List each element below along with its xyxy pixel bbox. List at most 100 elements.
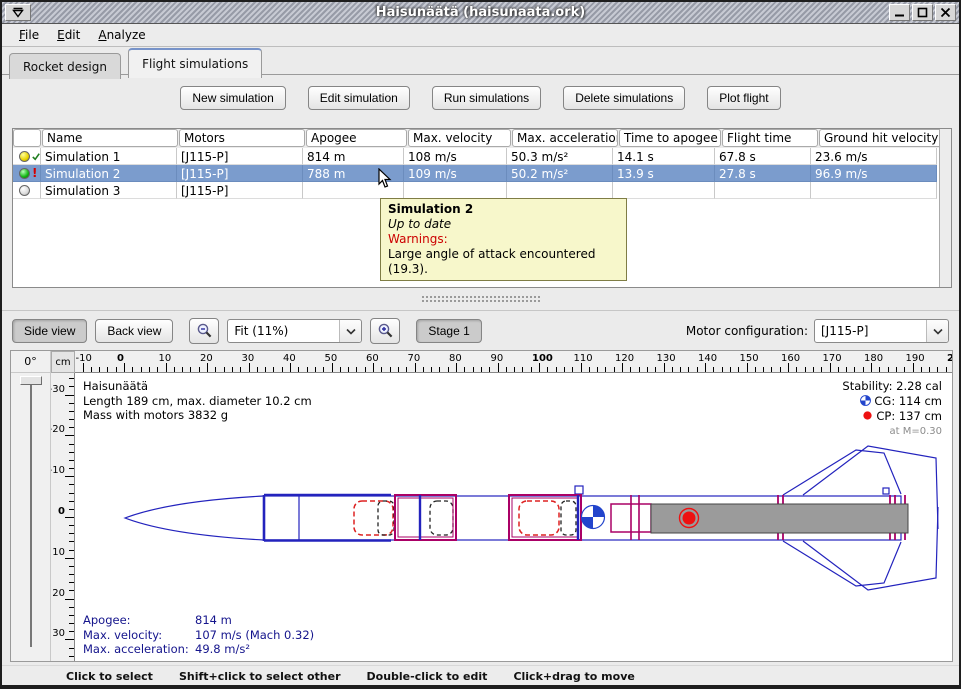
rocket-figure-panel: 0° cm -100102030405060708090100110120130… <box>10 350 953 662</box>
cp-value: CP: 137 cm <box>876 409 942 423</box>
tabbar: Rocket design Flight simulations <box>2 47 959 75</box>
stability-value: Stability: 2.28 cal <box>842 379 942 394</box>
table-row[interactable]: Simulation 1[J115-P]814 m108 m/s50.3 m/s… <box>13 148 951 165</box>
rocket-name: Haisunäätä <box>83 379 312 394</box>
zoom-level-value: Fit (11%) <box>228 324 339 338</box>
table-cell-motors[interactable]: [J115-P] <box>177 165 303 182</box>
table-cell-max_acceleration[interactable] <box>507 182 613 199</box>
tab-rocket-design[interactable]: Rocket design <box>9 53 121 79</box>
table-cell-ground_hit_velocity[interactable]: 96.9 m/s <box>811 165 937 182</box>
back-view-button[interactable]: Back view <box>95 319 173 343</box>
table-cell-max_velocity[interactable]: 108 m/s <box>404 148 507 165</box>
table-cell-name[interactable]: Simulation 2 <box>41 165 177 182</box>
column-header-max-velocity[interactable]: Max. velocity <box>408 129 511 147</box>
status-bar: Click to select Shift+click to select ot… <box>2 665 959 687</box>
app-window: Haisunäätä (haisunaata.ork) File Edit An… <box>0 0 961 689</box>
edit-simulation-button[interactable]: Edit simulation <box>308 86 410 110</box>
splitter-handle[interactable] <box>422 296 540 302</box>
table-cell-motors[interactable]: [J115-P] <box>177 148 303 165</box>
tooltip-warning-text: Large angle of attack encountered (19.3)… <box>388 247 619 277</box>
rotation-slider-track <box>30 381 32 647</box>
column-header-max-acceleration[interactable]: Max. acceleration <box>512 129 618 147</box>
hint-shift-click: Shift+click to select other <box>179 670 341 683</box>
table-cell-status[interactable]: ! <box>13 165 41 182</box>
table-cell-ground_hit_velocity[interactable] <box>811 182 937 199</box>
hint-double-click: Double-click to edit <box>367 670 488 683</box>
column-header-motors[interactable]: Motors <box>179 129 305 147</box>
maximize-icon <box>917 7 928 18</box>
max-acceleration-label: Max. acceleration: <box>83 642 195 657</box>
table-row[interactable]: !Simulation 2[J115-P]788 m109 m/s50.2 m/… <box>13 165 951 182</box>
table-cell-flight_time[interactable] <box>715 182 811 199</box>
column-header-ground-hit-velocity[interactable]: Ground hit velocity <box>819 129 945 147</box>
zoom-level-combobox[interactable]: Fit (11%) <box>227 319 362 343</box>
warning-icon: ! <box>32 168 37 179</box>
column-header-flight-time[interactable]: Flight time <box>722 129 818 147</box>
rocket-dimensions: Length 189 cm, max. diameter 10.2 cm <box>83 394 312 409</box>
column-header-name[interactable]: Name <box>42 129 178 147</box>
table-cell-ground_hit_velocity[interactable]: 23.6 m/s <box>811 148 937 165</box>
status-ball-icon <box>19 185 30 196</box>
table-cell-time_to_apogee[interactable]: 14.1 s <box>613 148 715 165</box>
menu-analyze[interactable]: Analyze <box>89 26 154 44</box>
column-header-apogee[interactable]: Apogee <box>306 129 407 147</box>
horizontal-ruler: -100102030405060708090100110120130140150… <box>75 351 952 373</box>
close-button[interactable] <box>935 4 956 21</box>
column-header-status[interactable] <box>13 129 41 147</box>
status-ball-icon <box>19 151 30 162</box>
max-velocity-label: Max. velocity: <box>83 628 195 643</box>
table-scrollbar[interactable] <box>939 129 951 287</box>
table-cell-max_velocity[interactable] <box>404 182 507 199</box>
stability-info: Stability: 2.28 cal CG: 114 cm CP: 137 c… <box>842 379 942 439</box>
table-cell-flight_time[interactable]: 27.8 s <box>715 165 811 182</box>
window-title: Haisunäätä (haisunaata.ork) <box>2 5 959 20</box>
cg-marker <box>582 506 605 529</box>
zoom-in-button[interactable] <box>370 318 400 344</box>
vertical-ruler: -30-20-100102030 <box>51 373 75 661</box>
new-simulation-button[interactable]: New simulation <box>180 86 285 110</box>
table-cell-name[interactable]: Simulation 3 <box>41 182 177 199</box>
maximize-button[interactable] <box>912 4 933 21</box>
rocket-info: Haisunäätä Length 189 cm, max. diameter … <box>83 379 312 423</box>
table-cell-time_to_apogee[interactable] <box>613 182 715 199</box>
stability-mach: at M=0.30 <box>842 425 942 440</box>
plot-flight-button[interactable]: Plot flight <box>707 86 780 110</box>
apogee-value: 814 m <box>195 613 232 627</box>
menu-edit[interactable]: Edit <box>48 26 89 44</box>
run-simulations-button[interactable]: Run simulations <box>432 86 541 110</box>
table-cell-time_to_apogee[interactable]: 13.9 s <box>613 165 715 182</box>
menubar: File Edit Analyze <box>2 24 959 47</box>
rotation-slider-handle[interactable] <box>20 376 42 385</box>
zoom-out-icon <box>196 323 213 340</box>
table-body: Simulation 1[J115-P]814 m108 m/s50.3 m/s… <box>13 148 951 199</box>
table-cell-flight_time[interactable]: 67.8 s <box>715 148 811 165</box>
table-cell-status[interactable] <box>13 182 41 199</box>
menu-file[interactable]: File <box>10 26 48 44</box>
rotation-slider-column <box>11 373 51 661</box>
table-cell-name[interactable]: Simulation 1 <box>41 148 177 165</box>
ruler-unit-label: cm <box>51 351 75 373</box>
motor-configuration-label: Motor configuration: <box>686 324 808 338</box>
apogee-label: Apogee: <box>83 613 195 628</box>
minimize-button[interactable] <box>889 4 910 21</box>
close-icon <box>940 7 951 18</box>
motor-configuration-combobox[interactable]: [J115-P] <box>814 319 949 343</box>
mouse-cursor <box>378 168 392 188</box>
table-cell-status[interactable] <box>13 148 41 165</box>
rocket-mass: Mass with motors 3832 g <box>83 408 312 423</box>
zoom-out-button[interactable] <box>189 318 219 344</box>
cg-icon <box>860 395 871 410</box>
side-view-button[interactable]: Side view <box>12 319 87 343</box>
delete-simulations-button[interactable]: Delete simulations <box>563 86 685 110</box>
table-cell-max_acceleration[interactable]: 50.3 m/s² <box>507 148 613 165</box>
table-cell-max_acceleration[interactable]: 50.2 m/s² <box>507 165 613 182</box>
hint-click-select: Click to select <box>66 670 153 683</box>
stage-1-toggle[interactable]: Stage 1 <box>416 319 481 343</box>
column-header-time-to-apogee[interactable]: Time to apogee <box>619 129 721 147</box>
table-cell-motors[interactable]: [J115-P] <box>177 182 303 199</box>
tab-flight-simulations[interactable]: Flight simulations <box>128 48 262 78</box>
table-row[interactable]: Simulation 3[J115-P] <box>13 182 951 199</box>
table-cell-apogee[interactable]: 814 m <box>303 148 404 165</box>
table-cell-max_velocity[interactable]: 109 m/s <box>404 165 507 182</box>
rocket-canvas[interactable]: Haisunäätä Length 189 cm, max. diameter … <box>75 373 952 661</box>
